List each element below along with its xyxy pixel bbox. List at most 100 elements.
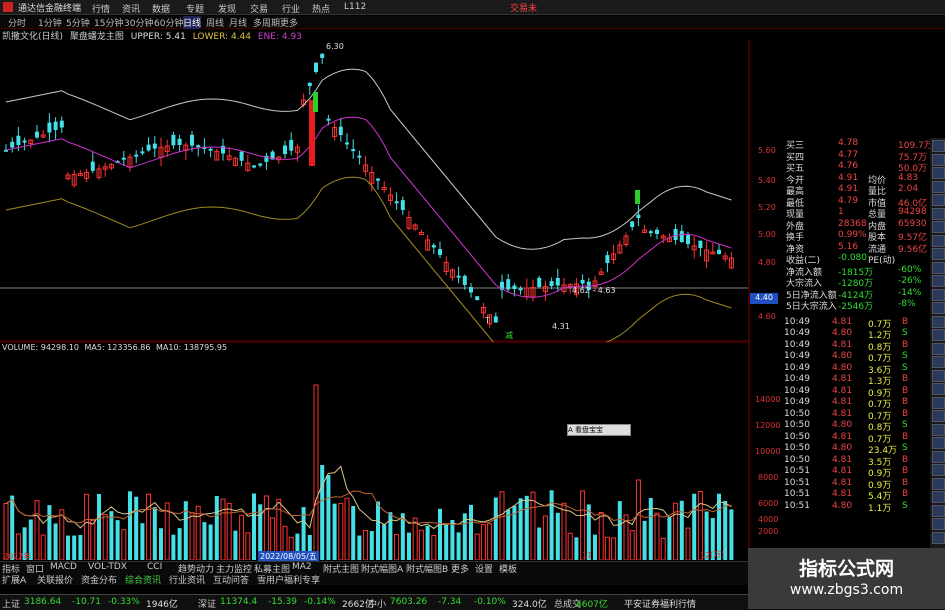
period-1min[interactable]: 1分钟 [38, 16, 62, 29]
toolbar-icon[interactable] [932, 437, 945, 449]
candle-body [512, 285, 517, 289]
toolbar-icon[interactable] [932, 423, 945, 436]
volume-bar [47, 505, 52, 560]
lookup-popup[interactable]: A 看盘宝宝 [567, 424, 631, 436]
quote-row: 5日大宗流入 -2546万 -8% [750, 299, 930, 312]
volume-bar [115, 520, 120, 560]
period-day[interactable]: 日线 [183, 16, 202, 29]
candle-body [146, 144, 151, 151]
quote-row: 现量 1 总量 94298 [750, 207, 930, 220]
volume-bar [214, 496, 219, 560]
tick-price: 4.81 [832, 454, 853, 465]
marker-green: 减 [505, 331, 513, 340]
menu-item-quote[interactable]: 行情 [92, 2, 110, 15]
toolbar-icon[interactable] [932, 477, 945, 490]
tab-indicator[interactable]: CCI [147, 562, 162, 572]
menu-item-trade[interactable]: 交易 [250, 2, 268, 15]
vol-ma10: MA10: 138795.95 [155, 343, 228, 352]
toolbar-icon[interactable] [932, 464, 945, 476]
quote-value-2: -8% [898, 299, 916, 309]
tab-info[interactable]: 综合资讯 [125, 573, 161, 586]
quote-value-1: 5.16 [838, 241, 859, 252]
toolbar-icon[interactable] [932, 383, 945, 395]
candle-body [47, 122, 52, 133]
volume-chart[interactable] [0, 342, 748, 560]
volume-bar [469, 504, 473, 560]
tab-info[interactable]: 互动问答 [213, 573, 249, 586]
toolbar-icon[interactable] [932, 315, 945, 328]
toolbar-icon[interactable] [932, 342, 945, 355]
toolbar-icon[interactable] [932, 450, 945, 463]
menu-item-topic[interactable]: 专题 [186, 2, 204, 15]
period-bar: 分时 1分钟 5分钟 15分钟 30分钟 60分钟 日线 周线 月线 多周期 更… [0, 16, 945, 29]
toolbar-icon[interactable] [932, 410, 945, 422]
period-week[interactable]: 周线 [206, 16, 224, 29]
toolbar-icon[interactable] [932, 194, 945, 206]
quote-row: 买四 4.77 75.7万 [750, 150, 930, 163]
volume-bar [456, 532, 461, 560]
tick-price: 4.80 [832, 443, 853, 453]
period-month[interactable]: 月线 [229, 16, 247, 29]
candle-body [190, 134, 194, 146]
toolbar-icon[interactable] [932, 396, 945, 409]
volume-bar [140, 523, 145, 560]
period-30min[interactable]: 30分钟 [124, 16, 153, 29]
period-minute[interactable]: 分时 [8, 16, 26, 29]
watermark: 指标公式网 www.zbgs3.com [748, 548, 945, 609]
period-more[interactable]: 更多 [280, 16, 298, 29]
toolbar-icon[interactable] [932, 261, 945, 274]
quote-row: 5日净流入额 -4124万 -14% [750, 288, 930, 301]
quote-row: 净资 5.16 流通 9.56亿 [750, 241, 930, 255]
toolbar-icon[interactable] [932, 329, 945, 341]
tab-info[interactable]: 资金分布 [81, 573, 117, 586]
tab-info[interactable]: 扩展A [2, 573, 26, 586]
volume-bar [425, 525, 430, 560]
side-toolbar [930, 138, 945, 548]
candle-body [462, 275, 467, 285]
menu-item-hot[interactable]: 热点 [312, 2, 330, 15]
toolbar-icon[interactable] [932, 518, 945, 530]
toolbar-icon[interactable] [932, 275, 945, 287]
toolbar-icon[interactable] [932, 531, 945, 544]
quote-value-2: 65930 [898, 218, 927, 229]
menu-item-data[interactable]: 数据 [152, 2, 170, 15]
toolbar-icon[interactable] [932, 369, 945, 382]
tab-info[interactable]: 行业资讯 [169, 573, 205, 586]
tab-indicator[interactable]: VOL-TDX [88, 562, 127, 572]
period-multi[interactable]: 多周期 [253, 16, 280, 29]
toolbar-icon[interactable] [932, 180, 945, 193]
menu-bar: 行情 资讯 数据 专题 发现 交易 行业 热点 L112 [0, 1, 945, 15]
kline-chart[interactable] [0, 40, 748, 342]
menu-item-news[interactable]: 资讯 [122, 2, 140, 15]
toolbar-icon[interactable] [932, 302, 945, 314]
toolbar-icon[interactable] [932, 491, 945, 503]
toolbar-icon[interactable] [932, 504, 945, 517]
toolbar-icon[interactable] [932, 153, 945, 166]
tick-side: B [902, 477, 909, 488]
toolbar-icon[interactable] [932, 207, 945, 220]
tab-info[interactable]: 关联报价 [37, 573, 73, 586]
tab-info[interactable]: 雪用户福利专享 [257, 573, 320, 586]
menu-item-industry[interactable]: 行业 [282, 2, 300, 15]
toolbar-icon[interactable] [932, 288, 945, 301]
toolbar-icon[interactable] [932, 221, 945, 233]
toolbar-icon[interactable] [932, 140, 945, 152]
volume-bar [66, 535, 70, 560]
status-percent: -0.14% [304, 597, 336, 607]
tick-price: 4.81 [832, 339, 853, 350]
period-5min[interactable]: 5分钟 [66, 16, 90, 29]
tab-indicator[interactable]: MACD [50, 562, 77, 572]
toolbar-icon[interactable] [932, 248, 945, 260]
tick-side: B [902, 466, 909, 476]
volume-bar [152, 507, 157, 560]
menu-item-l112[interactable]: L112 [344, 2, 366, 12]
period-60min[interactable]: 60分钟 [154, 16, 183, 29]
toolbar-icon[interactable] [932, 167, 945, 179]
tab-indicator[interactable]: MA2 [292, 562, 312, 572]
toolbar-icon[interactable] [932, 234, 945, 247]
status-value: 11374.4 [220, 597, 258, 607]
toolbar-icon[interactable] [932, 356, 945, 368]
candle-body [283, 145, 287, 155]
period-15min[interactable]: 15分钟 [94, 16, 123, 29]
menu-item-discover[interactable]: 发现 [218, 2, 236, 15]
